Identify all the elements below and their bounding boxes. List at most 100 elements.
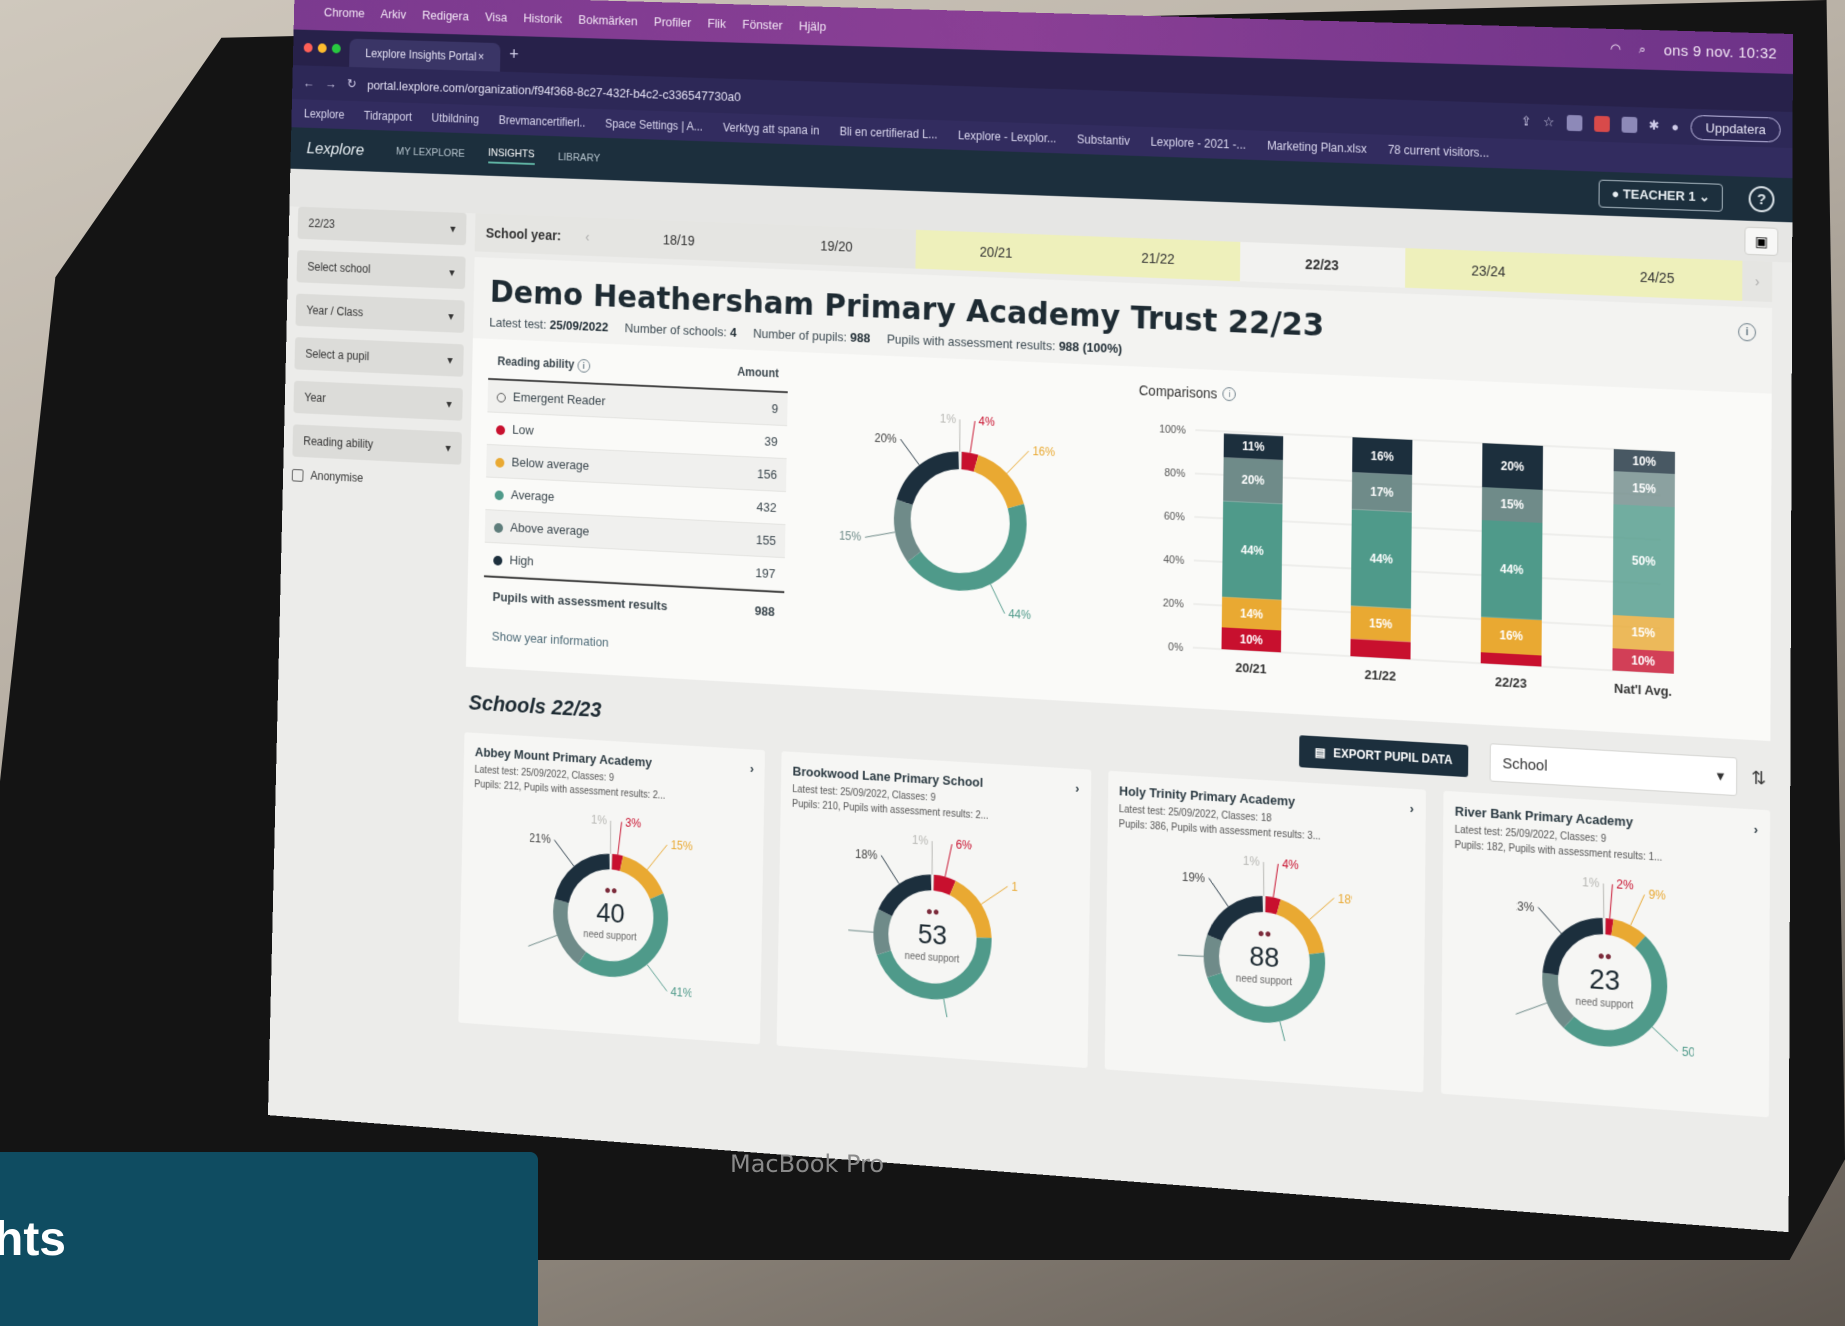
year-tab[interactable]: 23/24 xyxy=(1404,248,1573,295)
donut-label: 15% xyxy=(671,840,693,854)
school-card[interactable]: Abbey Mount Primary Academy › Latest test:… xyxy=(458,732,766,1045)
new-tab-icon[interactable]: + xyxy=(509,44,519,64)
year-tab[interactable]: 20/21 xyxy=(915,229,1077,275)
info-icon[interactable]: i xyxy=(1222,386,1237,402)
bookmark-item[interactable]: Lexplore xyxy=(304,107,345,122)
bookmark-item[interactable]: Tidrapport xyxy=(364,109,412,124)
pupils-icon: ●● xyxy=(1257,927,1271,940)
donut-label-line xyxy=(900,439,920,465)
menu-item[interactable]: Bokmärken xyxy=(578,12,638,28)
bar-data-label: 20% xyxy=(1241,475,1264,488)
school-cards: Abbey Mount Primary Academy › Latest test:… xyxy=(458,732,1771,1118)
school-select[interactable]: Select school ▾ xyxy=(296,250,466,290)
extension-icon[interactable] xyxy=(1621,116,1637,134)
info-icon[interactable]: i xyxy=(577,358,591,373)
share-icon[interactable]: ⇪ xyxy=(1521,113,1532,129)
wifi-icon[interactable]: ◠ xyxy=(1610,41,1621,57)
school-year-select[interactable]: 22/23 ▾ xyxy=(297,206,467,246)
school-card[interactable]: Brookwood Lane Primary School › Latest tes… xyxy=(776,751,1091,1069)
need-support-caption: need support xyxy=(1575,996,1633,1012)
forward-icon[interactable]: → xyxy=(325,76,337,90)
bar-segment[interactable] xyxy=(1350,638,1411,660)
menu-item[interactable]: Fönster xyxy=(742,16,782,32)
browser-tab[interactable]: Lexplore Insights Portal × xyxy=(349,38,501,72)
close-window-icon[interactable] xyxy=(303,42,313,53)
back-icon[interactable]: ← xyxy=(303,75,315,89)
update-button[interactable]: Uppdatera xyxy=(1690,114,1781,143)
menu-item[interactable]: Profiler xyxy=(654,14,692,29)
anonymise-toggle[interactable]: Anonymise xyxy=(291,468,461,490)
bookmark-item[interactable]: Bli en certifierad L... xyxy=(839,125,937,142)
anonymise-checkbox[interactable] xyxy=(291,468,304,482)
bookmark-item[interactable]: Utbildning xyxy=(431,111,479,126)
donut-label-line xyxy=(990,584,1005,613)
extension-icon[interactable] xyxy=(1566,114,1582,132)
search-icon[interactable]: ⌕ xyxy=(1639,42,1646,58)
school-card[interactable]: Holy Trinity Primary Academy › Latest test… xyxy=(1104,770,1426,1093)
bar-data-label: 16% xyxy=(1371,450,1394,463)
menu-item[interactable]: Flik xyxy=(707,15,726,30)
help-icon[interactable]: ? xyxy=(1748,185,1775,213)
select-value: Select school xyxy=(307,259,371,276)
menu-item[interactable]: Hjälp xyxy=(799,18,826,33)
chevron-right-icon[interactable]: › xyxy=(1075,781,1079,796)
profile-avatar-icon[interactable]: ● xyxy=(1671,119,1679,134)
legend-dot-icon xyxy=(495,457,505,468)
nav-insights[interactable]: INSIGHTS xyxy=(487,146,535,165)
export-pupil-data-button[interactable]: ▤ EXPORT PUPIL DATA xyxy=(1298,735,1469,778)
menu-item[interactable]: Historik xyxy=(523,10,562,25)
bookmark-item[interactable]: Lexplore - 2021 -... xyxy=(1150,135,1246,152)
prev-year-icon[interactable]: ‹ xyxy=(574,228,601,244)
user-menu-label: TEACHER 1 xyxy=(1622,186,1696,204)
bookmark-item[interactable]: Substantiv xyxy=(1077,132,1130,147)
year-tab[interactable]: 21/22 xyxy=(1076,235,1240,282)
year-tab[interactable]: 24/25 xyxy=(1572,254,1743,301)
schools-value: 4 xyxy=(729,324,737,340)
menu-item[interactable]: Visa xyxy=(485,9,508,24)
donut-label: 21% xyxy=(529,833,551,846)
sort-icon[interactable]: ⇅ xyxy=(1751,767,1766,789)
bookmark-item[interactable]: Brevmancertifierl.. xyxy=(498,113,585,129)
bookmark-star-icon[interactable]: ☆ xyxy=(1543,114,1554,130)
maximize-window-icon[interactable] xyxy=(331,43,341,54)
need-support-count: 40 xyxy=(596,897,625,929)
extension-icon[interactable] xyxy=(1593,115,1610,133)
pupils-value: 988 xyxy=(849,329,871,346)
extensions-puzzle-icon[interactable]: ✱ xyxy=(1649,117,1660,133)
school-card[interactable]: River Bank Primary Academy › Latest test: … xyxy=(1440,790,1771,1118)
year-tab[interactable]: 19/20 xyxy=(757,224,916,269)
close-tab-icon[interactable]: × xyxy=(478,50,485,63)
ability-label: Emergent Reader xyxy=(512,389,606,409)
reload-icon[interactable]: ↻ xyxy=(347,76,357,91)
bookmark-item[interactable]: Verktyg att spana in xyxy=(723,121,820,138)
reading-ability-select[interactable]: Reading ability ▾ xyxy=(292,424,462,465)
menu-item[interactable]: Chrome xyxy=(324,5,365,20)
year-select[interactable]: Year ▾ xyxy=(293,380,463,421)
chevron-right-icon[interactable]: › xyxy=(1754,822,1758,838)
info-icon[interactable]: i xyxy=(1738,322,1757,342)
bookmark-item[interactable]: Lexplore - Lexplor... xyxy=(958,129,1057,146)
chevron-right-icon[interactable]: › xyxy=(750,761,754,776)
nav-library[interactable]: LIBRARY xyxy=(558,152,600,165)
minimize-window-icon[interactable] xyxy=(317,43,327,54)
nav-my-lexplore[interactable]: MY LEXPLORE xyxy=(396,146,465,160)
menu-item[interactable]: Redigera xyxy=(422,7,469,23)
year-class-select[interactable]: Year / Class ▾ xyxy=(295,293,465,333)
menu-item[interactable]: Arkiv xyxy=(380,6,406,21)
print-button[interactable]: ▣ xyxy=(1744,226,1779,257)
bookmark-item[interactable]: Space Settings | A... xyxy=(605,117,703,134)
bookmark-item[interactable]: 78 current visitors... xyxy=(1388,143,1489,160)
chevron-right-icon[interactable]: › xyxy=(1410,801,1414,816)
donut-label-line xyxy=(1007,450,1029,474)
user-menu-button[interactable]: ● TEACHER 1 ⌄ xyxy=(1598,179,1723,212)
lexplore-logo[interactable]: Lexplore xyxy=(306,139,364,160)
donut-label-line xyxy=(982,885,1008,906)
school-sort-select[interactable]: School ▾ xyxy=(1489,743,1738,797)
bookmark-item[interactable]: Marketing Plan.xlsx xyxy=(1267,139,1367,156)
school-donut-chart: 1%4%18%47%11%19%●●88need support xyxy=(1176,855,1352,1046)
next-year-icon[interactable]: › xyxy=(1742,273,1772,290)
year-tab[interactable]: 18/19 xyxy=(600,218,757,262)
menubar-clock[interactable]: ons 9 nov. 10:32 xyxy=(1664,42,1777,62)
pupil-select[interactable]: Select a pupil ▾ xyxy=(294,337,464,377)
year-tab-active[interactable]: 22/23 xyxy=(1239,241,1406,288)
